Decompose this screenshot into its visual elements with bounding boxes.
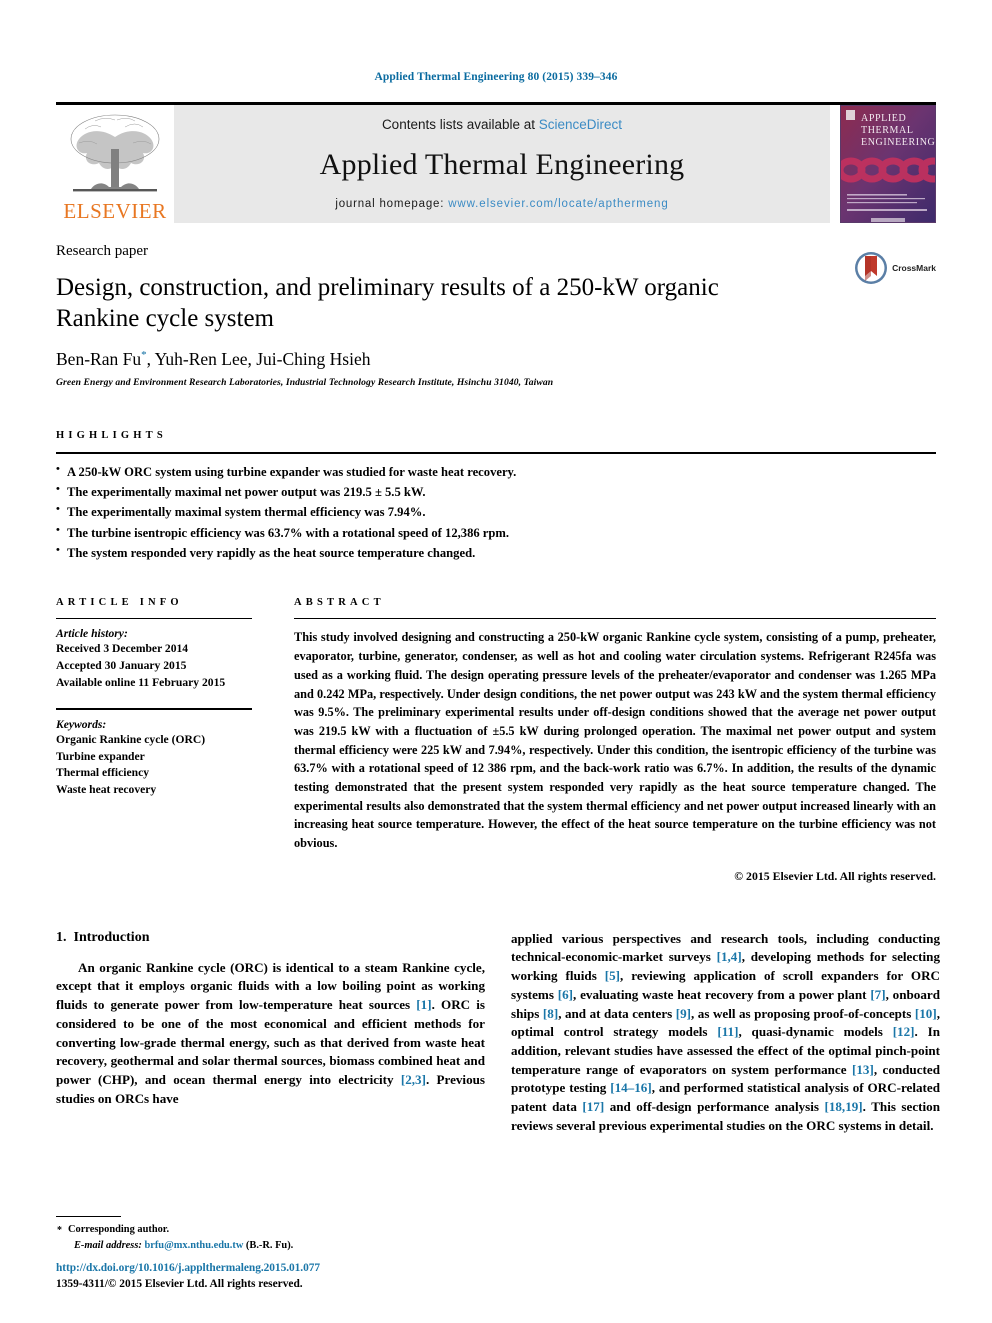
highlights-divider <box>56 451 936 454</box>
issn-number: 1359-4311/ <box>56 1278 108 1291</box>
citation-reference[interactable]: [14–16] <box>610 1080 651 1095</box>
abstract-heading: ABSTRACT <box>294 597 385 609</box>
masthead-center-panel: Contents lists available at ScienceDirec… <box>174 104 830 223</box>
author-others: , Yuh-Ren Lee, Jui-Ching Hsieh <box>146 348 371 369</box>
svg-text:THERMAL: THERMAL <box>861 125 914 136</box>
crossmark-label: CrossMark <box>892 262 936 273</box>
page-footer: http://dx.doi.org/10.1016/j.applthermale… <box>56 1260 496 1293</box>
crossmark-icon <box>855 251 888 284</box>
journal-homepage-link[interactable]: www.elsevier.com/locate/apthermeng <box>448 198 668 210</box>
abstract-text: This study involved designing and constr… <box>294 630 936 851</box>
svg-text:ENGINEERING: ENGINEERING <box>861 137 935 148</box>
intro-paragraph-left: An organic Rankine cycle (ORC) is identi… <box>56 959 485 1109</box>
list-item: The experimentally maximal net power out… <box>56 481 936 502</box>
highlights-section: HIGHLIGHTS A 250-kW ORC system using tur… <box>56 430 936 564</box>
list-item: The system responded very rapidly as the… <box>56 542 936 563</box>
issn-copyright-text: © 2015 Elsevier Ltd. All rights reserved… <box>107 1278 303 1291</box>
body-column-left: 1. Introduction An organic Rankine cycle … <box>56 930 485 1251</box>
section-title-text: Introduction <box>73 929 150 945</box>
elsevier-logo: ELSEVIER <box>56 104 174 223</box>
crossmark-badge[interactable]: CrossMark <box>854 251 936 285</box>
author-primary: Ben-Ran Fu <box>56 348 142 369</box>
journal-cover-thumbnail: APPLIED THERMAL ENGINEERING <box>840 104 936 223</box>
highlights-heading: HIGHLIGHTS <box>56 429 167 441</box>
body-column-right: applied various perspectives and researc… <box>511 930 940 1136</box>
citation-reference[interactable]: [7] <box>870 987 885 1002</box>
article-info-heading: ARTICLE INFO <box>56 597 183 609</box>
journal-title: Applied Thermal Engineering <box>319 147 685 181</box>
journal-homepage-line: journal homepage: www.elsevier.com/locat… <box>335 198 668 210</box>
paragraph-text: and off-design performance analysis <box>604 1099 825 1115</box>
citation-reference[interactable]: [1,4] <box>717 949 742 964</box>
email-suffix: (B.-R. Fu). <box>243 1240 294 1251</box>
citation-reference[interactable]: [1] <box>416 997 431 1012</box>
history-received: Received 3 December 2014 <box>56 642 189 656</box>
info-and-abstract: ARTICLE INFO Article history: Received 3… <box>56 597 936 883</box>
intro-paragraph-right: applied various perspectives and researc… <box>511 930 940 1136</box>
abstract-column: ABSTRACT This study involved designing a… <box>294 597 936 883</box>
footnote-divider <box>56 1216 121 1218</box>
doi-link[interactable]: http://dx.doi.org/10.1016/j.applthermale… <box>56 1260 496 1277</box>
paragraph-text: , evaluating waste heat recovery from a … <box>573 986 871 1002</box>
history-accepted: Accepted 30 January 2015 <box>56 659 187 673</box>
issn-copyright-line: 1359-4311/© 2015 Elsevier Ltd. All right… <box>56 1276 496 1293</box>
paragraph-text: , as well as proposing proof-of-concepts <box>691 1005 915 1021</box>
list-item: The turbine isentropic efficiency was 63… <box>56 522 936 543</box>
article-history-label: Article history: <box>56 627 128 641</box>
article-type-label: Research paper <box>56 242 149 259</box>
citation-reference[interactable]: [8] <box>543 1006 558 1021</box>
citation-reference[interactable]: [6] <box>558 987 573 1002</box>
elsevier-tree-icon <box>70 114 160 191</box>
article-info-divider <box>56 618 252 620</box>
contents-prefix-text: Contents lists available at <box>381 116 539 132</box>
body-columns: 1. Introduction An organic Rankine cycle … <box>56 930 940 1251</box>
citation-reference[interactable]: [5] <box>605 968 620 983</box>
journal-article-page: Applied Thermal Engineering 80 (2015) 33… <box>0 0 992 1323</box>
contents-available-line: Contents lists available at ScienceDirec… <box>382 117 622 132</box>
article-header: Research paper Design, construction, and… <box>56 243 936 388</box>
corresponding-author-text: Corresponding author. <box>68 1224 170 1236</box>
citation-reference[interactable]: [17] <box>582 1099 604 1114</box>
keyword-item: Turbine expander <box>56 749 145 763</box>
citation-reference[interactable]: [12] <box>893 1024 915 1039</box>
paragraph-text: , quasi-dynamic models <box>738 1024 893 1040</box>
article-info-column: ARTICLE INFO Article history: Received 3… <box>56 597 252 883</box>
journal-masthead: ELSEVIER Contents lists available at Sci… <box>56 101 936 223</box>
email-label: E-mail address: <box>74 1240 142 1251</box>
citation-reference[interactable]: [9] <box>676 1006 691 1021</box>
section-title-introduction: 1. Introduction <box>56 930 485 946</box>
email-link[interactable]: brfu@mx.nthu.edu.tw <box>144 1240 243 1251</box>
footnote-block: * Corresponding author. E-mail address: b… <box>56 1216 485 1253</box>
keywords-label: Keywords: <box>56 717 107 731</box>
affiliation: Green Energy and Environment Research La… <box>56 376 554 388</box>
paragraph-text: , and at data centers <box>558 1005 676 1021</box>
abstract-divider <box>294 618 936 620</box>
citation-reference[interactable]: [13] <box>852 1062 874 1077</box>
keyword-item: Thermal efficiency <box>56 766 150 780</box>
citation-reference[interactable]: [11] <box>717 1024 738 1039</box>
keyword-item: Waste heat recovery <box>56 783 157 797</box>
citation-reference[interactable]: [2,3] <box>401 1072 426 1087</box>
author-list: Ben-Ran Fu*, Yuh-Ren Lee, Jui-Ching Hsie… <box>56 349 936 370</box>
citation-reference[interactable]: [10] <box>915 1006 937 1021</box>
cover-art: APPLIED THERMAL ENGINEERING <box>841 105 935 222</box>
abstract-copyright: © 2015 Elsevier Ltd. All rights reserved… <box>734 868 936 883</box>
list-item: A 250-kW ORC system using turbine expand… <box>56 460 936 482</box>
email-note: E-mail address: brfu@mx.nthu.edu.tw (B.-… <box>56 1238 485 1254</box>
page-title: Design, construction, and preliminary re… <box>56 273 719 333</box>
highlights-list: A 250-kW ORC system using turbine expand… <box>56 460 936 564</box>
section-number: 1. <box>56 929 67 945</box>
asterisk-icon: * <box>57 1225 62 1237</box>
homepage-prefix-text: journal homepage: <box>335 197 449 210</box>
svg-text:APPLIED: APPLIED <box>861 113 906 124</box>
corresponding-author-note: * Corresponding author. <box>56 1222 485 1238</box>
history-available-online: Available online 11 February 2015 <box>56 676 226 690</box>
elsevier-wordmark: ELSEVIER <box>63 198 167 223</box>
keyword-item: Organic Rankine cycle (ORC) <box>56 732 206 746</box>
keywords-divider <box>56 707 252 710</box>
sciencedirect-link[interactable]: ScienceDirect <box>539 117 622 132</box>
citation-reference[interactable]: [18,19] <box>824 1099 862 1114</box>
list-item: The experimentally maximal system therma… <box>56 501 936 522</box>
running-head-citation: Applied Thermal Engineering 80 (2015) 33… <box>374 71 618 83</box>
